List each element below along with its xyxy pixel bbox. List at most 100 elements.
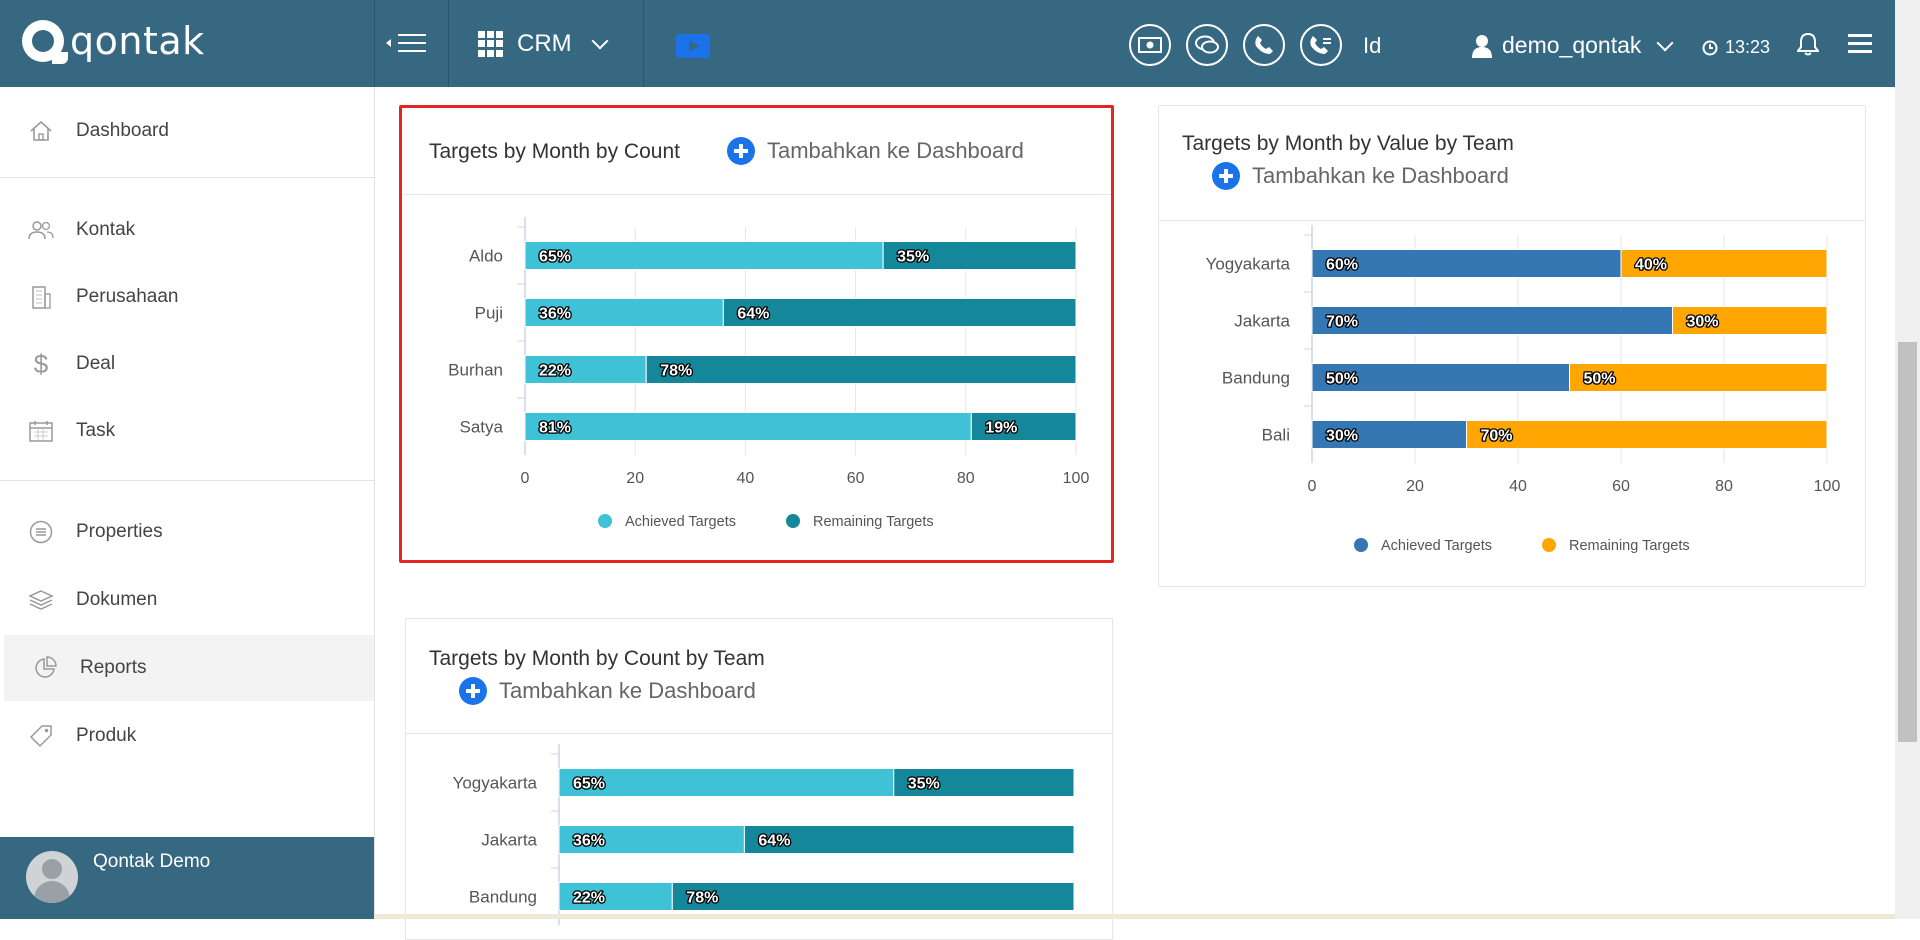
hamburger-icon[interactable] bbox=[1848, 34, 1872, 54]
legend-label: Remaining Targets bbox=[1569, 538, 1690, 554]
page-scrollbar[interactable] bbox=[1895, 0, 1920, 919]
sidebar-item-label: Kontak bbox=[76, 219, 136, 240]
category-label: Yogyakarta bbox=[453, 774, 538, 793]
x-tick-label: 100 bbox=[1814, 478, 1841, 495]
navbar-divider bbox=[374, 0, 375, 87]
grid-icon bbox=[478, 31, 504, 57]
data-label: 60% bbox=[1326, 257, 1358, 274]
bell-icon[interactable] bbox=[1796, 32, 1820, 61]
menu-toggle-icon[interactable] bbox=[386, 30, 426, 56]
category-label: Bandung bbox=[1222, 369, 1290, 388]
data-label: 30% bbox=[1326, 428, 1358, 445]
logo-text: qontak bbox=[70, 19, 205, 63]
sidebar-item-properties[interactable]: Properties bbox=[0, 499, 374, 565]
data-label: 36% bbox=[539, 306, 571, 323]
x-tick-label: 60 bbox=[847, 470, 865, 487]
sidebar-item-deal[interactable]: $ Deal bbox=[0, 331, 374, 397]
logo-mark-icon bbox=[22, 20, 68, 64]
category-label: Aldo bbox=[469, 247, 503, 266]
data-label: 22% bbox=[539, 363, 571, 380]
dollar-icon: $ bbox=[33, 348, 49, 379]
bar-achieved bbox=[1311, 249, 1622, 278]
data-label: 81% bbox=[539, 420, 571, 437]
x-tick-label: 0 bbox=[1308, 478, 1317, 495]
module-label: CRM bbox=[517, 30, 572, 57]
pie-icon bbox=[32, 655, 58, 681]
clock-time: 13:23 bbox=[1725, 37, 1771, 57]
clock-icon bbox=[1702, 40, 1718, 55]
data-label: 65% bbox=[573, 776, 605, 793]
money-icon[interactable] bbox=[1129, 24, 1171, 66]
data-label: 35% bbox=[908, 776, 940, 793]
x-tick-label: 20 bbox=[1406, 478, 1424, 495]
sidebar-item-label: Perusahaan bbox=[76, 286, 179, 307]
legend-dot-remaining bbox=[1542, 538, 1556, 552]
legend-dot-achieved bbox=[598, 514, 612, 528]
bottom-strip bbox=[374, 914, 1895, 919]
stacked-bar-chart: 0 20 40 60 80 100 Aldo 65% 35% Puji 36% 64% Burhan 22… bbox=[448, 217, 1089, 530]
category-label: Satya bbox=[460, 418, 504, 437]
data-label: 30% bbox=[1687, 314, 1719, 331]
sidebar-item-dashboard[interactable]: Dashboard bbox=[0, 98, 374, 164]
data-label: 70% bbox=[1481, 428, 1513, 445]
sidebar-footer-profile[interactable]: Qontak Demo bbox=[0, 837, 374, 919]
list-icon bbox=[28, 519, 54, 545]
category-label: Yogyakarta bbox=[1206, 255, 1291, 274]
bar-remaining bbox=[743, 825, 1075, 854]
chevron-down-icon bbox=[1656, 34, 1674, 51]
layers-icon bbox=[28, 587, 54, 613]
category-label: Bandung bbox=[469, 888, 537, 907]
sidebar-item-reports[interactable]: Reports bbox=[4, 635, 374, 701]
call-log-icon[interactable] bbox=[1300, 24, 1342, 66]
data-label: 64% bbox=[758, 833, 790, 850]
category-label: Jakarta bbox=[1234, 312, 1290, 331]
phone-icon[interactable] bbox=[1243, 24, 1285, 66]
sidebar-item-perusahaan[interactable]: Perusahaan bbox=[0, 264, 374, 330]
sidebar-item-dokumen[interactable]: Dokumen bbox=[0, 567, 374, 633]
tag-icon bbox=[28, 723, 54, 749]
legend-dot-achieved bbox=[1354, 538, 1368, 552]
youtube-icon[interactable] bbox=[676, 34, 710, 58]
data-label: 64% bbox=[737, 306, 769, 323]
sidebar-item-label: Reports bbox=[80, 657, 147, 678]
report-card-targets-by-count: Targets by Month by Count Tambahkan ke D… bbox=[399, 105, 1114, 563]
x-tick-label: 40 bbox=[1509, 478, 1527, 495]
calendar-icon bbox=[28, 418, 54, 444]
bar-achieved bbox=[524, 412, 972, 441]
legend-label: Achieved Targets bbox=[1381, 538, 1492, 554]
chat-icon[interactable] bbox=[1186, 24, 1228, 66]
data-label: 50% bbox=[1326, 371, 1358, 388]
x-tick-label: 20 bbox=[626, 470, 644, 487]
category-label: Puji bbox=[475, 304, 503, 323]
bar-achieved bbox=[524, 241, 884, 270]
sidebar-item-label: Deal bbox=[76, 353, 116, 374]
x-tick-label: 40 bbox=[737, 470, 755, 487]
bar-achieved bbox=[1311, 306, 1673, 335]
user-name: demo_qontak bbox=[1502, 32, 1642, 58]
user-menu[interactable]: demo_qontak bbox=[1472, 32, 1674, 59]
legend-label: Achieved Targets bbox=[625, 514, 736, 530]
scrollbar-thumb[interactable] bbox=[1898, 342, 1917, 742]
language-switch[interactable]: Id bbox=[1363, 33, 1381, 59]
sidebar-item-produk[interactable]: Produk bbox=[0, 703, 374, 769]
sidebar-item-label: Dashboard bbox=[76, 120, 169, 141]
profile-name: Qontak Demo bbox=[93, 851, 211, 872]
qontak-logo[interactable]: qontak bbox=[22, 18, 205, 64]
sidebar-item-label: Task bbox=[76, 420, 116, 441]
bar-remaining bbox=[671, 882, 1075, 911]
module-switcher[interactable]: CRM bbox=[478, 28, 609, 60]
sidebar-item-kontak[interactable]: Kontak bbox=[0, 197, 374, 263]
data-label: 40% bbox=[1635, 257, 1667, 274]
x-tick-label: 60 bbox=[1612, 478, 1630, 495]
x-tick-label: 80 bbox=[1715, 478, 1733, 495]
report-card-targets-by-count-by-team: Targets by Month by Count by Team Tambah… bbox=[405, 618, 1113, 940]
data-label: 19% bbox=[985, 420, 1017, 437]
clock: 13:23 bbox=[1702, 37, 1770, 58]
data-label: 65% bbox=[539, 249, 571, 266]
sidebar: Dashboard Kontak Perusahaan $ Deal Task … bbox=[0, 87, 375, 919]
data-label: 50% bbox=[1584, 371, 1616, 388]
category-label: Burhan bbox=[448, 361, 503, 380]
x-tick-label: 0 bbox=[521, 470, 530, 487]
data-label: 36% bbox=[573, 833, 605, 850]
sidebar-item-task[interactable]: Task bbox=[0, 398, 374, 464]
